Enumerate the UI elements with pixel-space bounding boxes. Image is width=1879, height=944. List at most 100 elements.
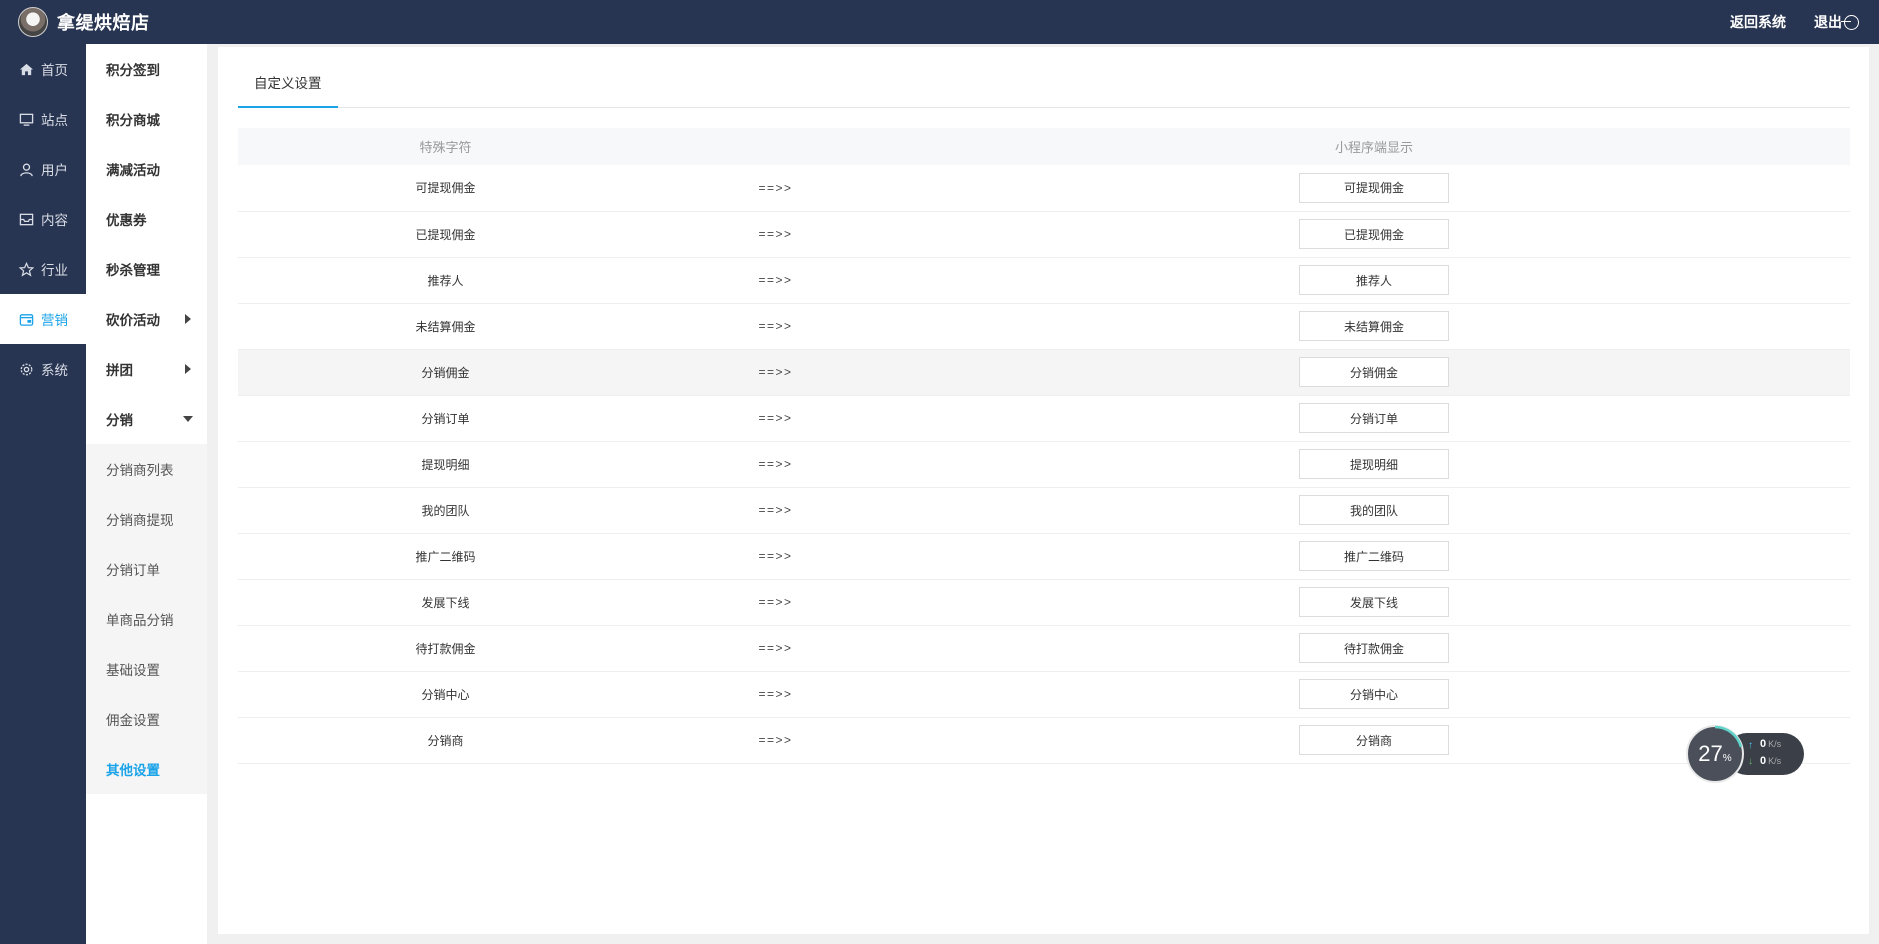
- nav-item-marketing[interactable]: 营销: [0, 294, 86, 344]
- primary-nav: 首页 站点 用户 内容 行业 营销 系统: [0, 44, 86, 944]
- row-arrow: ==>>: [653, 579, 898, 626]
- row-value-cell: [898, 533, 1850, 580]
- display-text-input[interactable]: [1299, 725, 1449, 755]
- row-arrow: ==>>: [653, 395, 898, 442]
- display-text-input[interactable]: [1299, 403, 1449, 433]
- upload-value: 0: [1760, 738, 1767, 750]
- nav-item-user[interactable]: 用户: [0, 144, 86, 194]
- top-bar: 拿缇烘焙店 返回系统 退出: [0, 0, 1879, 44]
- display-text-input[interactable]: [1299, 219, 1449, 249]
- nav-item-label: 内容: [41, 213, 68, 228]
- row-value-cell: [898, 625, 1850, 672]
- row-value-cell: [898, 257, 1850, 304]
- upload-arrow-icon: ↑: [1748, 740, 1753, 751]
- download-speed: 0 K/s: [1760, 755, 1781, 767]
- display-text-input[interactable]: [1299, 311, 1449, 341]
- gear-icon: [19, 362, 34, 377]
- caret-down-icon: [183, 416, 193, 422]
- nav-item-industry[interactable]: 行业: [0, 244, 86, 294]
- row-value-cell: [898, 671, 1850, 718]
- table-row: 已提现佣金 ==>>: [238, 211, 1850, 258]
- nav-item-site[interactable]: 站点: [0, 94, 86, 144]
- display-text-input[interactable]: [1299, 495, 1449, 525]
- caret-right-icon: [185, 314, 191, 324]
- row-arrow: ==>>: [653, 349, 898, 396]
- table-row: 推广二维码 ==>>: [238, 533, 1850, 580]
- row-key: 提现明细: [238, 441, 653, 488]
- nav2-item-flash-sale[interactable]: 秒杀管理: [86, 244, 207, 294]
- row-value-cell: [898, 211, 1850, 258]
- row-arrow: ==>>: [653, 671, 898, 718]
- row-key: 我的团队: [238, 487, 653, 534]
- table-row: 我的团队 ==>>: [238, 487, 1850, 534]
- display-text-input[interactable]: [1299, 633, 1449, 663]
- table-row: 分销商 ==>>: [238, 717, 1850, 764]
- nav2-item-distribution[interactable]: 分销: [86, 394, 207, 444]
- table-row: 提现明细 ==>>: [238, 441, 1850, 488]
- distribution-submenu: 分销商列表 分销商提现 分销订单 单商品分销 基础设置 佣金设置 其他设置: [86, 444, 207, 794]
- logout-link[interactable]: 退出: [1814, 12, 1859, 32]
- brand: 拿缇烘焙店: [0, 7, 150, 37]
- nav2-sub-commission-settings[interactable]: 佣金设置: [86, 694, 207, 744]
- row-value-cell: [898, 395, 1850, 442]
- display-text-input[interactable]: [1299, 357, 1449, 387]
- tab-bar: 自定义设置: [238, 63, 1850, 108]
- row-value-cell: [898, 441, 1850, 488]
- display-text-input[interactable]: [1299, 587, 1449, 617]
- row-key: 分销中心: [238, 671, 653, 718]
- return-system-link[interactable]: 返回系统: [1730, 12, 1786, 32]
- row-value-cell: [898, 487, 1850, 534]
- nav-item-label: 站点: [41, 113, 68, 128]
- display-text-input[interactable]: [1299, 449, 1449, 479]
- store-name: 拿缇烘焙店: [57, 13, 150, 33]
- row-key: 可提现佣金: [238, 165, 653, 212]
- row-value-cell: [898, 165, 1850, 212]
- nav2-sub-distributor-withdraw[interactable]: 分销商提现: [86, 494, 207, 544]
- secondary-nav: 积分签到 积分商城 满减活动 优惠券 秒杀管理 砍价活动 拼团 分销 分销商列表…: [86, 44, 207, 944]
- nav2-item-label: 分销: [106, 413, 133, 428]
- row-key: 未结算佣金: [238, 303, 653, 350]
- nav2-item-label: 砍价活动: [106, 313, 160, 328]
- nav-item-system[interactable]: 系统: [0, 344, 86, 394]
- row-value-cell: [898, 349, 1850, 396]
- display-text-input[interactable]: [1299, 679, 1449, 709]
- nav2-item-coupon[interactable]: 优惠券: [86, 194, 207, 244]
- display-text-input[interactable]: [1299, 541, 1449, 571]
- display-text-input[interactable]: [1299, 172, 1449, 203]
- nav2-item-bargain[interactable]: 砍价活动: [86, 294, 207, 344]
- nav2-item-group-buy[interactable]: 拼团: [86, 344, 207, 394]
- row-key: 发展下线: [238, 579, 653, 626]
- tab-custom-settings[interactable]: 自定义设置: [238, 63, 338, 108]
- network-speed-widget[interactable]: ↑ 0 K/s ↓ 0 K/s 27 %: [1686, 725, 1806, 783]
- row-arrow: ==>>: [653, 165, 898, 212]
- display-text-input[interactable]: [1299, 265, 1449, 295]
- monitor-icon: [19, 112, 34, 127]
- nav2-item-full-reduction[interactable]: 满减活动: [86, 144, 207, 194]
- nav-item-label: 首页: [41, 63, 68, 78]
- home-icon: [19, 62, 34, 77]
- nav-item-home[interactable]: 首页: [0, 44, 86, 94]
- nav-item-label: 系统: [41, 363, 68, 378]
- nav2-sub-single-product[interactable]: 单商品分销: [86, 594, 207, 644]
- header-special-chars: 特殊字符: [238, 128, 653, 165]
- row-arrow: ==>>: [653, 257, 898, 304]
- row-key: 推荐人: [238, 257, 653, 304]
- nav2-sub-basic-settings[interactable]: 基础设置: [86, 644, 207, 694]
- row-key: 分销商: [238, 717, 653, 764]
- row-key: 分销佣金: [238, 349, 653, 396]
- nav2-sub-distributor-list[interactable]: 分销商列表: [86, 444, 207, 494]
- row-arrow: ==>>: [653, 625, 898, 672]
- caret-right-icon: [185, 364, 191, 374]
- row-value-cell: [898, 579, 1850, 626]
- table-row: 分销中心 ==>>: [238, 671, 1850, 718]
- usage-arc-icon: [1714, 725, 1743, 748]
- table-row: 分销佣金 ==>>: [238, 349, 1850, 396]
- row-key: 推广二维码: [238, 533, 653, 580]
- nav2-item-points-signin[interactable]: 积分签到: [86, 44, 207, 94]
- nav2-item-points-mall[interactable]: 积分商城: [86, 94, 207, 144]
- nav2-sub-distribution-orders[interactable]: 分销订单: [86, 544, 207, 594]
- table-header-row: 特殊字符 小程序端显示: [238, 128, 1850, 165]
- table-row: 分销订单 ==>>: [238, 395, 1850, 442]
- nav2-sub-other-settings[interactable]: 其他设置: [86, 744, 207, 794]
- nav-item-content[interactable]: 内容: [0, 194, 86, 244]
